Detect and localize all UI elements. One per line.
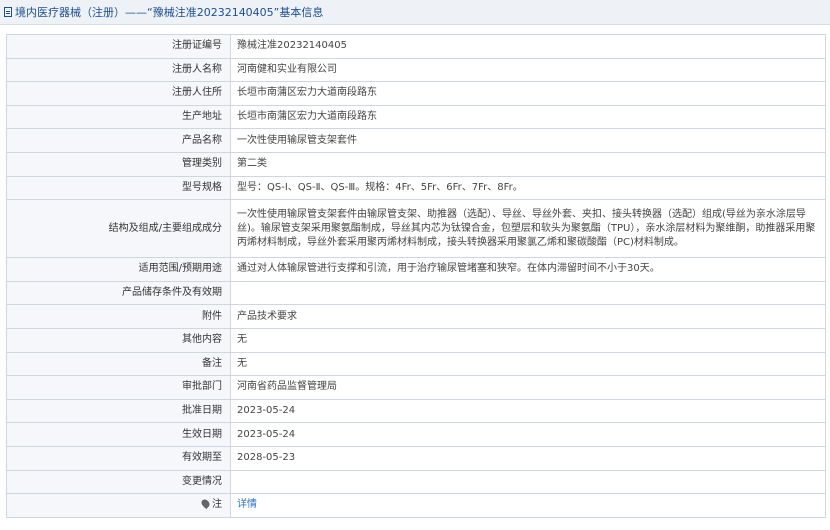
row-label: 变更情况 xyxy=(6,469,231,495)
row-label: 批准日期 xyxy=(6,398,231,424)
table-row: 产品储存条件及有效期 xyxy=(6,280,826,306)
table-row: 型号规格 型号：QS-Ⅰ、QS-Ⅱ、QS-Ⅲ。规格：4Fr、5Fr、6Fr、7Fr… xyxy=(6,175,826,201)
row-value: 无 xyxy=(230,351,826,377)
table-row: 审批部门 河南省药品监督管理局 xyxy=(6,375,826,400)
row-label: 生效日期 xyxy=(6,422,231,447)
table-row: 其他内容无 xyxy=(6,327,826,353)
note-value-cell: 详情 xyxy=(230,493,826,518)
row-label: 生产地址 xyxy=(6,104,231,130)
row-value: 第二类 xyxy=(230,151,826,177)
table-row: 注册人住所 长垣市南蒲区宏力大道南段路东 xyxy=(6,81,826,106)
row-value: 2023-05-24 xyxy=(230,398,826,424)
pin-icon xyxy=(199,498,212,510)
row-value: 豫械注准20232140405 xyxy=(230,34,826,59)
table-row: 结构及组成/主要组成成分 一次性使用输尿管支架套件由输尿管支架、助推器（选配）、导… xyxy=(6,199,826,259)
row-label: 型号规格 xyxy=(6,175,231,201)
row-label: 其他内容 xyxy=(6,327,231,353)
row-label: 有效期至 xyxy=(6,445,231,471)
table-row: 备注无 xyxy=(6,351,826,377)
row-value: 长垣市南蒲区宏力大道南段路东 xyxy=(230,81,826,106)
table-row: 生效日期 2023-05-24 xyxy=(6,422,826,447)
row-label: 注册证编号 xyxy=(6,34,231,59)
row-label: 审批部门 xyxy=(6,375,231,400)
row-value: 通过对人体输尿管进行支撑和引流，用于治疗输尿管堵塞和狭窄。在体内滞留时间不小于3… xyxy=(230,257,826,282)
row-value: 无 xyxy=(230,327,826,353)
table-row: 变更情况 xyxy=(6,469,826,495)
row-label: 注册人名称 xyxy=(6,57,231,83)
row-value: 河南省药品监督管理局 xyxy=(230,375,826,400)
note-label-cell: 注 xyxy=(6,493,231,518)
table-row: 有效期至 2028-05-23 xyxy=(6,445,826,471)
note-row: 注 详情 xyxy=(6,493,826,518)
row-label: 结构及组成/主要组成成分 xyxy=(6,199,231,259)
row-label: 备注 xyxy=(6,351,231,377)
table-row: 注册人名称 河南健和实业有限公司 xyxy=(6,57,826,83)
table-row: 注册证编号 豫械注准20232140405 xyxy=(6,34,826,59)
row-value: 河南健和实业有限公司 xyxy=(230,57,826,83)
row-value: 2028-05-23 xyxy=(230,445,826,471)
row-value: 型号：QS-Ⅰ、QS-Ⅱ、QS-Ⅲ。规格：4Fr、5Fr、6Fr、7Fr、8Fr… xyxy=(230,175,826,201)
row-label: 附件 xyxy=(6,304,231,329)
row-label: 管理类别 xyxy=(6,151,231,177)
table-row: 附件 产品技术要求 xyxy=(6,304,826,329)
details-link[interactable]: 详情 xyxy=(237,499,257,510)
row-label: 适用范围/预期用途 xyxy=(6,257,231,282)
row-label: 产品储存条件及有效期 xyxy=(6,280,231,306)
table-row: 产品名称 一次性使用输尿管支架套件 xyxy=(6,128,826,153)
row-label: 注册人住所 xyxy=(6,81,231,106)
row-value: 长垣市南蒲区宏力大道南段路东 xyxy=(230,104,826,130)
table-row: 批准日期 2023-05-24 xyxy=(6,398,826,424)
page-title: 境内医疗器械（注册）——“豫械注准20232140405”基本信息 xyxy=(15,6,324,19)
table-row: 生产地址 长垣市南蒲区宏力大道南段路东 xyxy=(6,104,826,130)
table-row: 适用范围/预期用途 通过对人体输尿管进行支撑和引流，用于治疗输尿管堵塞和狭窄。在体… xyxy=(6,257,826,282)
table-row: 管理类别 第二类 xyxy=(6,151,826,177)
row-label: 产品名称 xyxy=(6,128,231,153)
document-icon xyxy=(4,7,12,17)
row-value: 一次性使用输尿管支架套件 xyxy=(230,128,826,153)
row-value xyxy=(230,280,826,306)
row-value: 产品技术要求 xyxy=(230,304,826,329)
row-value: 一次性使用输尿管支架套件由输尿管支架、助推器（选配）、导丝、导丝外套、夹扣、接头… xyxy=(230,199,826,259)
page-header: 境内医疗器械（注册）——“豫械注准20232140405”基本信息 xyxy=(0,0,830,25)
row-value: 2023-05-24 xyxy=(230,422,826,447)
note-label: 注 xyxy=(212,499,222,511)
row-value xyxy=(230,469,826,495)
info-table: 注册证编号 豫械注准20232140405 注册人名称 河南健和实业有限公司 注册人… xyxy=(6,34,826,518)
